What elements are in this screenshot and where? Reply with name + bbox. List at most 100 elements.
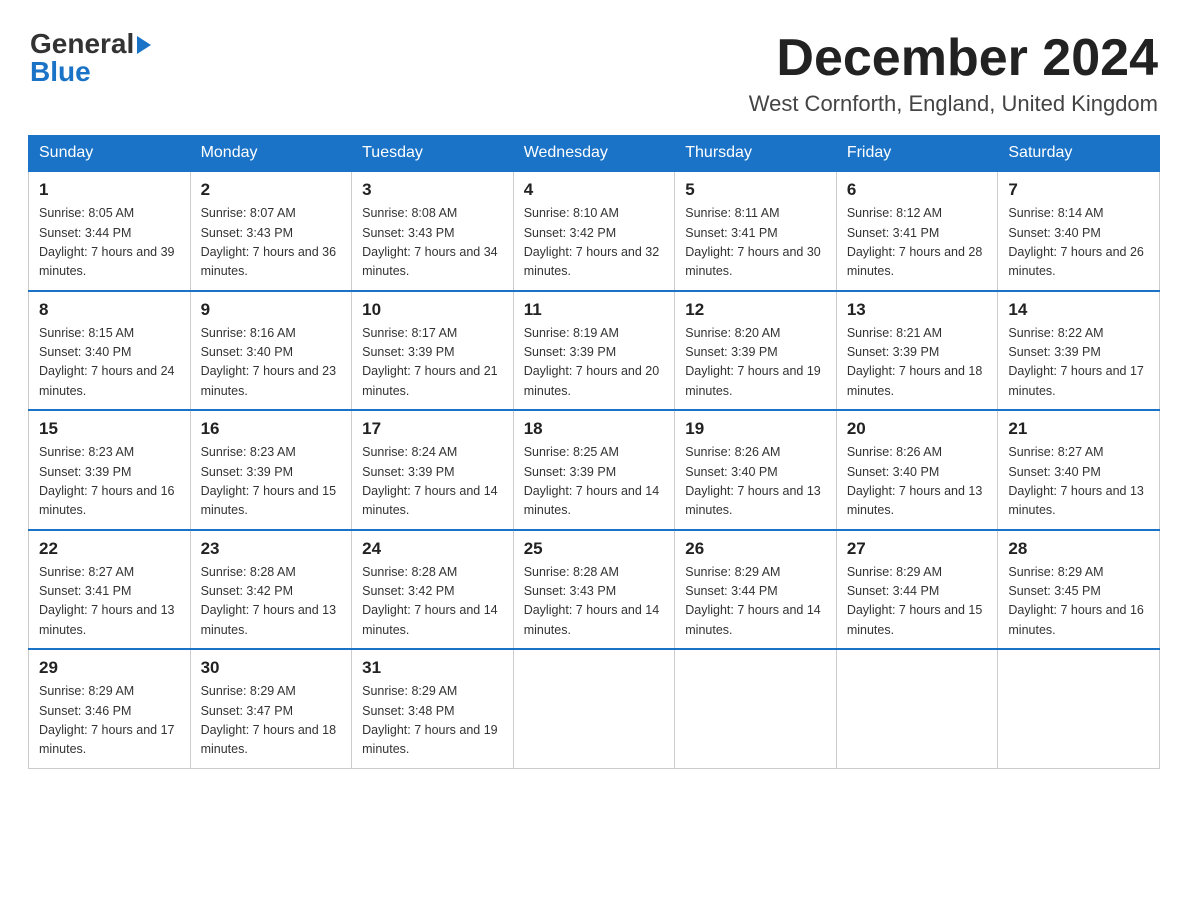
day-info: Sunrise: 8:07 AMSunset: 3:43 PMDaylight:… [201, 204, 342, 282]
day-number: 2 [201, 180, 342, 200]
day-cell: 11 Sunrise: 8:19 AMSunset: 3:39 PMDayligh… [513, 291, 675, 411]
day-number: 13 [847, 300, 988, 320]
day-cell: 21Sunrise: 8:27 AMSunset: 3:40 PMDayligh… [998, 410, 1160, 530]
day-number: 26 [685, 539, 826, 559]
day-info: Sunrise: 8:08 AMSunset: 3:43 PMDaylight:… [362, 204, 503, 282]
day-cell: 26 Sunrise: 8:29 AMSunset: 3:44 PMDayligh… [675, 530, 837, 650]
week-row-1: 1 Sunrise: 8:05 AMSunset: 3:44 PMDaylight… [29, 171, 1160, 291]
header-thursday: Thursday [675, 136, 837, 172]
page-header: General Blue December 2024 West Cornfort… [20, 20, 1168, 117]
day-cell: 5Sunrise: 8:11 AMSunset: 3:41 PMDaylight… [675, 171, 837, 291]
day-number: 24 [362, 539, 503, 559]
day-number: 7 [1008, 180, 1149, 200]
day-info: Sunrise: 8:16 AMSunset: 3:40 PMDaylight:… [201, 324, 342, 402]
day-info: Sunrise: 8:21 AMSunset: 3:39 PMDaylight:… [847, 324, 988, 402]
day-cell: 13 Sunrise: 8:21 AMSunset: 3:39 PMDayligh… [836, 291, 998, 411]
day-cell: 9Sunrise: 8:16 AMSunset: 3:40 PMDaylight… [190, 291, 352, 411]
day-number: 4 [524, 180, 665, 200]
day-number: 11 [524, 300, 665, 320]
day-cell [998, 649, 1160, 768]
day-number: 20 [847, 419, 988, 439]
day-number: 22 [39, 539, 180, 559]
day-info: Sunrise: 8:12 AMSunset: 3:41 PMDaylight:… [847, 204, 988, 282]
day-number: 18 [524, 419, 665, 439]
day-info: Sunrise: 8:22 AMSunset: 3:39 PMDaylight:… [1008, 324, 1149, 402]
day-cell: 10 Sunrise: 8:17 AMSunset: 3:39 PMDayligh… [352, 291, 514, 411]
day-cell [513, 649, 675, 768]
week-row-2: 8 Sunrise: 8:15 AMSunset: 3:40 PMDaylight… [29, 291, 1160, 411]
day-number: 1 [39, 180, 180, 200]
logo-general: General [30, 30, 134, 58]
day-info: Sunrise: 8:19 AMSunset: 3:39 PMDaylight:… [524, 324, 665, 402]
day-cell: 28Sunrise: 8:29 AMSunset: 3:45 PMDayligh… [998, 530, 1160, 650]
day-cell: 4Sunrise: 8:10 AMSunset: 3:42 PMDaylight… [513, 171, 675, 291]
day-number: 28 [1008, 539, 1149, 559]
day-cell: 3Sunrise: 8:08 AMSunset: 3:43 PMDaylight… [352, 171, 514, 291]
header-wednesday: Wednesday [513, 136, 675, 172]
day-cell: 27Sunrise: 8:29 AMSunset: 3:44 PMDayligh… [836, 530, 998, 650]
day-info: Sunrise: 8:26 AMSunset: 3:40 PMDaylight:… [685, 443, 826, 521]
week-row-3: 15 Sunrise: 8:23 AMSunset: 3:39 PMDayligh… [29, 410, 1160, 530]
header-saturday: Saturday [998, 136, 1160, 172]
day-info: Sunrise: 8:20 AMSunset: 3:39 PMDaylight:… [685, 324, 826, 402]
day-cell: 23 Sunrise: 8:28 AMSunset: 3:42 PMDayligh… [190, 530, 352, 650]
day-number: 29 [39, 658, 180, 678]
day-number: 10 [362, 300, 503, 320]
day-cell [836, 649, 998, 768]
logo: General Blue [30, 30, 151, 86]
day-info: Sunrise: 8:05 AMSunset: 3:44 PMDaylight:… [39, 204, 180, 282]
day-cell: 17Sunrise: 8:24 AMSunset: 3:39 PMDayligh… [352, 410, 514, 530]
day-cell: 22 Sunrise: 8:27 AMSunset: 3:41 PMDayligh… [29, 530, 191, 650]
location-title: West Cornforth, England, United Kingdom [749, 91, 1158, 117]
day-number: 5 [685, 180, 826, 200]
day-cell: 20 Sunrise: 8:26 AMSunset: 3:40 PMDayligh… [836, 410, 998, 530]
day-number: 14 [1008, 300, 1149, 320]
day-info: Sunrise: 8:29 AMSunset: 3:47 PMDaylight:… [201, 682, 342, 760]
day-info: Sunrise: 8:25 AMSunset: 3:39 PMDaylight:… [524, 443, 665, 521]
day-number: 15 [39, 419, 180, 439]
day-cell: 24 Sunrise: 8:28 AMSunset: 3:42 PMDayligh… [352, 530, 514, 650]
day-number: 19 [685, 419, 826, 439]
day-cell [675, 649, 837, 768]
header-row: SundayMondayTuesdayWednesdayThursdayFrid… [29, 136, 1160, 172]
day-info: Sunrise: 8:29 AMSunset: 3:48 PMDaylight:… [362, 682, 503, 760]
day-number: 21 [1008, 419, 1149, 439]
day-cell: 12Sunrise: 8:20 AMSunset: 3:39 PMDayligh… [675, 291, 837, 411]
day-cell: 18 Sunrise: 8:25 AMSunset: 3:39 PMDayligh… [513, 410, 675, 530]
day-info: Sunrise: 8:23 AMSunset: 3:39 PMDaylight:… [201, 443, 342, 521]
title-section: December 2024 West Cornforth, England, U… [749, 30, 1158, 117]
day-info: Sunrise: 8:29 AMSunset: 3:44 PMDaylight:… [685, 563, 826, 641]
week-row-4: 22 Sunrise: 8:27 AMSunset: 3:41 PMDayligh… [29, 530, 1160, 650]
day-cell: 31 Sunrise: 8:29 AMSunset: 3:48 PMDayligh… [352, 649, 514, 768]
day-info: Sunrise: 8:29 AMSunset: 3:46 PMDaylight:… [39, 682, 180, 760]
day-number: 16 [201, 419, 342, 439]
day-cell: 14 Sunrise: 8:22 AMSunset: 3:39 PMDayligh… [998, 291, 1160, 411]
day-info: Sunrise: 8:15 AMSunset: 3:40 PMDaylight:… [39, 324, 180, 402]
day-number: 8 [39, 300, 180, 320]
header-friday: Friday [836, 136, 998, 172]
day-info: Sunrise: 8:28 AMSunset: 3:42 PMDaylight:… [201, 563, 342, 641]
day-number: 6 [847, 180, 988, 200]
day-info: Sunrise: 8:14 AMSunset: 3:40 PMDaylight:… [1008, 204, 1149, 282]
day-number: 31 [362, 658, 503, 678]
day-info: Sunrise: 8:17 AMSunset: 3:39 PMDaylight:… [362, 324, 503, 402]
day-info: Sunrise: 8:27 AMSunset: 3:41 PMDaylight:… [39, 563, 180, 641]
day-number: 17 [362, 419, 503, 439]
day-cell: 15 Sunrise: 8:23 AMSunset: 3:39 PMDayligh… [29, 410, 191, 530]
day-info: Sunrise: 8:28 AMSunset: 3:42 PMDaylight:… [362, 563, 503, 641]
day-number: 23 [201, 539, 342, 559]
day-cell: 7 Sunrise: 8:14 AMSunset: 3:40 PMDaylight… [998, 171, 1160, 291]
day-cell: 25Sunrise: 8:28 AMSunset: 3:43 PMDayligh… [513, 530, 675, 650]
calendar-table: SundayMondayTuesdayWednesdayThursdayFrid… [28, 135, 1160, 769]
day-info: Sunrise: 8:23 AMSunset: 3:39 PMDaylight:… [39, 443, 180, 521]
day-info: Sunrise: 8:26 AMSunset: 3:40 PMDaylight:… [847, 443, 988, 521]
day-cell: 1 Sunrise: 8:05 AMSunset: 3:44 PMDaylight… [29, 171, 191, 291]
day-cell: 8 Sunrise: 8:15 AMSunset: 3:40 PMDaylight… [29, 291, 191, 411]
month-title: December 2024 [749, 30, 1158, 87]
logo-blue: Blue [30, 58, 91, 86]
header-sunday: Sunday [29, 136, 191, 172]
day-info: Sunrise: 8:29 AMSunset: 3:44 PMDaylight:… [847, 563, 988, 641]
header-monday: Monday [190, 136, 352, 172]
header-tuesday: Tuesday [352, 136, 514, 172]
day-number: 30 [201, 658, 342, 678]
